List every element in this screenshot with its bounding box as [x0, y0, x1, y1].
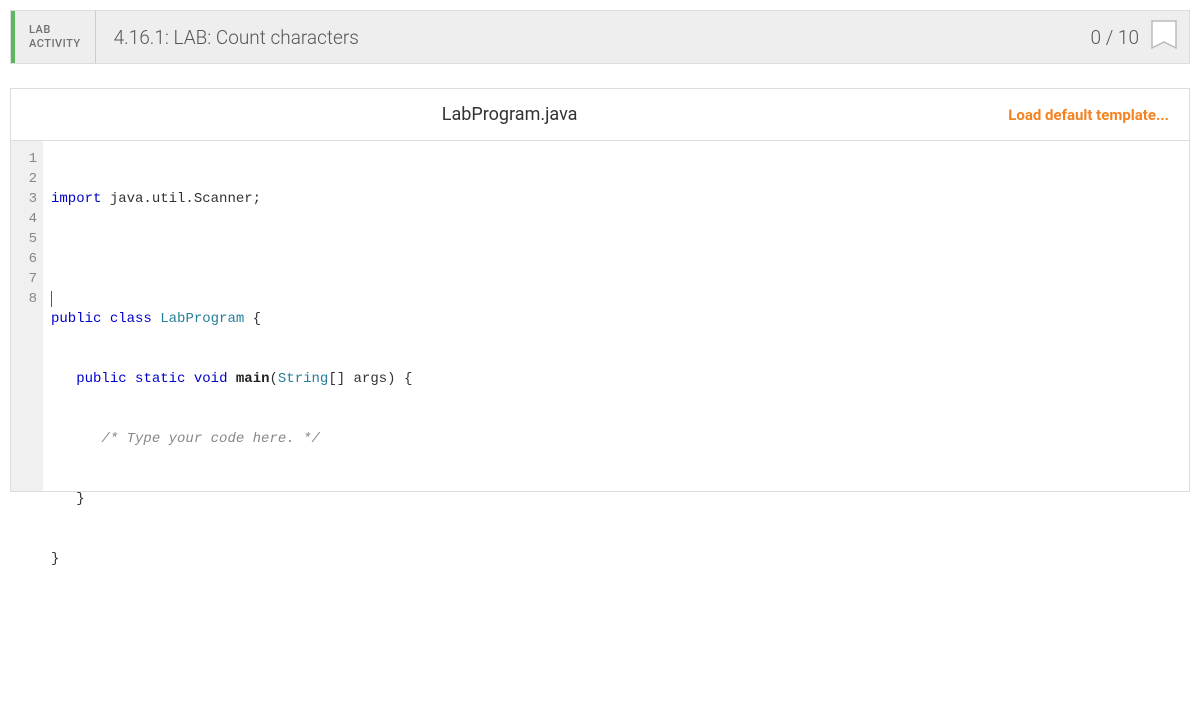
code-line: public class LabProgram { — [51, 309, 1181, 329]
score-current: 0 — [1091, 26, 1102, 49]
code-line — [51, 609, 1181, 629]
code-line — [51, 249, 1181, 269]
score-total: 10 — [1118, 26, 1139, 49]
gutter-line: 6 — [15, 249, 37, 269]
code-line: public static void main(String[] args) { — [51, 369, 1181, 389]
editor-tabs: LabProgram.java Load default template... — [11, 89, 1189, 141]
activity-header: LAB ACTIVITY 4.16.1: LAB: Count characte… — [10, 10, 1190, 64]
gutter-line: 2 — [15, 169, 37, 189]
label-line2: ACTIVITY — [29, 37, 81, 51]
gutter-line: 7 — [15, 269, 37, 289]
code-line: } — [51, 549, 1181, 569]
gutter-line: 5 — [15, 229, 37, 249]
label-line1: LAB — [29, 23, 81, 37]
code-editor[interactable]: 1 2 3 4 5 6 7 8 import java.util.Scanner… — [11, 141, 1189, 491]
cursor-icon — [51, 291, 52, 307]
load-template-link[interactable]: Load default template... — [1008, 106, 1189, 124]
activity-title: 4.16.1: LAB: Count characters — [96, 11, 1079, 63]
code-line: /* Type your code here. */ — [51, 429, 1181, 449]
bookmark-icon[interactable] — [1151, 20, 1177, 54]
filename-tab[interactable]: LabProgram.java — [442, 104, 578, 125]
resize-handle-icon[interactable] — [1175, 477, 1187, 489]
score-area: 0 / 10 — [1079, 11, 1189, 63]
score-separator: / — [1106, 26, 1114, 49]
code-body[interactable]: import java.util.Scanner; public class L… — [43, 141, 1189, 491]
gutter-line: 1 — [15, 149, 37, 169]
line-gutter: 1 2 3 4 5 6 7 8 — [11, 141, 43, 491]
code-line: import java.util.Scanner; — [51, 189, 1181, 209]
gutter-line: 4 — [15, 209, 37, 229]
gutter-line: 8 — [15, 289, 37, 309]
score-text: 0 / 10 — [1091, 26, 1139, 49]
gutter-line: 3 — [15, 189, 37, 209]
lab-activity-label: LAB ACTIVITY — [15, 11, 96, 63]
editor-container: LabProgram.java Load default template...… — [10, 88, 1190, 492]
code-line: } — [51, 489, 1181, 509]
